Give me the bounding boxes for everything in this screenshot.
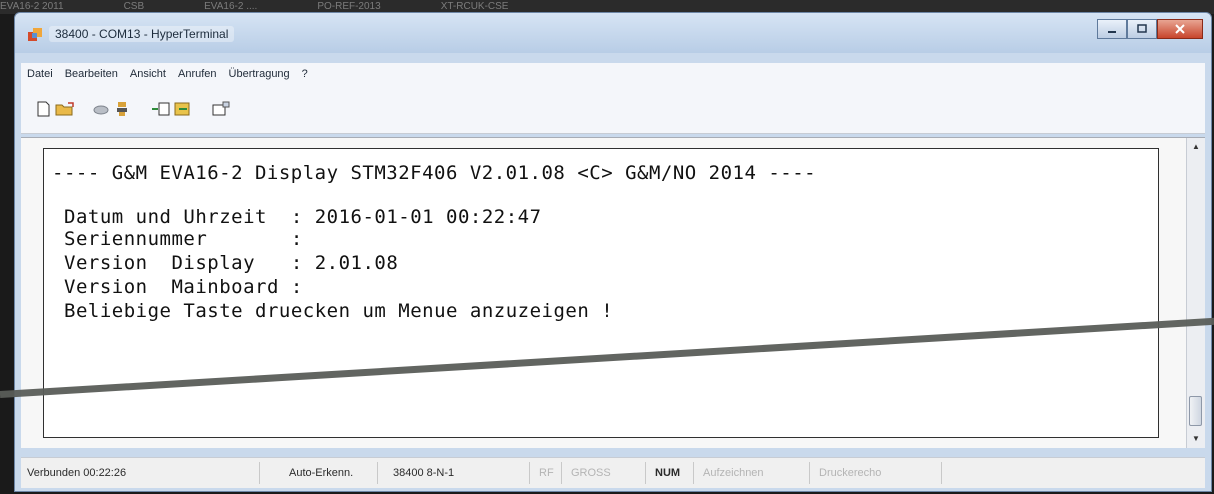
vertical-scrollbar[interactable]: ▲ ▼ xyxy=(1186,138,1205,448)
properties-icon[interactable] xyxy=(211,101,231,117)
scrollbar-thumb[interactable] xyxy=(1189,396,1202,426)
status-divider xyxy=(645,462,646,484)
new-connection-icon[interactable] xyxy=(33,101,53,117)
status-port-params: 38400 8-N-1 xyxy=(393,467,455,479)
scroll-up-icon[interactable]: ▲ xyxy=(1187,140,1205,154)
terminal-line-prompt: Beliebige Taste druecken um Menue anzuze… xyxy=(64,300,614,322)
menu-bearbeiten[interactable]: Bearbeiten xyxy=(59,68,124,80)
status-divider xyxy=(377,462,378,484)
terminal-line-seriennummer: Seriennummer : xyxy=(64,228,303,250)
title-bar[interactable]: 38400 - COM13 - HyperTerminal xyxy=(15,13,1211,53)
status-divider xyxy=(941,462,942,484)
terminal-line-datum: Datum und Uhrzeit : 2016-01-01 00:22:47 xyxy=(64,206,542,228)
window-controls xyxy=(1097,19,1203,39)
status-divider xyxy=(259,462,260,484)
status-divider xyxy=(693,462,694,484)
status-auto-detect: Auto-Erkenn. xyxy=(289,467,354,479)
terminal-screen[interactable]: ---- G&M EVA16-2 Display STM32F406 V2.01… xyxy=(43,148,1159,438)
status-connected: Verbunden 00:22:26 xyxy=(27,467,127,479)
menu-uebertragung[interactable]: Übertragung xyxy=(223,68,296,80)
menu-help[interactable]: ? xyxy=(296,68,314,80)
status-capture: Aufzeichnen xyxy=(703,467,764,479)
terminal-line-version-mainboard: Version Mainboard : xyxy=(64,276,303,298)
status-divider xyxy=(529,462,530,484)
status-divider xyxy=(809,462,810,484)
window-title: 38400 - COM13 - HyperTerminal xyxy=(49,26,235,42)
scroll-down-icon[interactable]: ▼ xyxy=(1187,432,1205,446)
terminal-line-version-display: Version Display : 2.01.08 xyxy=(64,252,399,274)
send-icon[interactable] xyxy=(151,101,171,117)
dial-icon[interactable] xyxy=(113,101,133,117)
open-icon[interactable] xyxy=(55,101,75,117)
maximize-button[interactable] xyxy=(1127,19,1157,39)
status-num: NUM xyxy=(655,467,681,479)
menu-ansicht[interactable]: Ansicht xyxy=(124,68,172,80)
status-print-echo: Druckerecho xyxy=(819,467,882,479)
hyperterminal-window: 38400 - COM13 - HyperTerminal Datei Bear… xyxy=(14,12,1212,492)
status-divider xyxy=(561,462,562,484)
minimize-button[interactable] xyxy=(1097,19,1127,39)
status-scroll: RF xyxy=(539,467,554,479)
terminal-area: ---- G&M EVA16-2 Display STM32F406 V2.01… xyxy=(21,137,1205,448)
toolbar xyxy=(21,85,1205,134)
menu-anrufen[interactable]: Anrufen xyxy=(172,68,223,80)
disconnect-icon[interactable] xyxy=(91,101,111,117)
maximize-icon xyxy=(1137,24,1147,33)
terminal-header-line: ---- G&M EVA16-2 Display STM32F406 V2.01… xyxy=(52,162,817,184)
receive-icon[interactable] xyxy=(173,101,193,117)
status-caps: GROSS xyxy=(571,467,611,479)
menu-bar: Datei Bearbeiten Ansicht Anrufen Übertra… xyxy=(21,63,1205,85)
minimize-icon xyxy=(1108,31,1116,33)
close-icon xyxy=(1175,24,1185,34)
menu-datei[interactable]: Datei xyxy=(21,68,59,80)
status-bar: Verbunden 00:22:26 Auto-Erkenn. 38400 8-… xyxy=(21,457,1205,488)
close-button[interactable] xyxy=(1157,19,1203,39)
hyperterminal-app-icon xyxy=(28,28,42,41)
